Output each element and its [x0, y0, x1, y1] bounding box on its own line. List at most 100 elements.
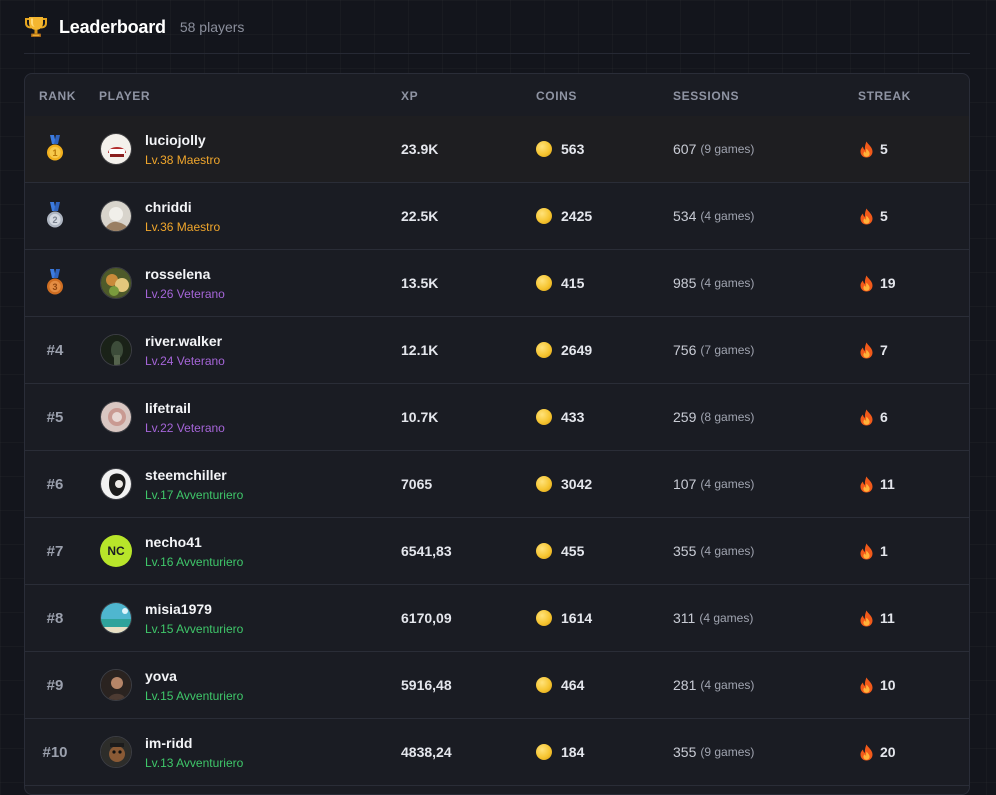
- rank-cell: #10: [25, 719, 85, 785]
- avatar[interactable]: [100, 602, 132, 634]
- column-header-coins[interactable]: COINS: [536, 89, 577, 103]
- player-name[interactable]: luciojolly: [145, 131, 220, 149]
- player-cell[interactable]: steemchiller Lv.17 Avventuriero: [100, 451, 243, 517]
- xp-value: 5916,48: [401, 677, 452, 693]
- xp-cell: 6541,83: [401, 518, 452, 584]
- avatar[interactable]: [100, 200, 132, 232]
- xp-cell: 4838,24: [401, 719, 452, 785]
- avatar[interactable]: [100, 468, 132, 500]
- flame-icon: [859, 610, 880, 627]
- streak-value: 11: [880, 610, 895, 626]
- coins-cell: 415: [536, 250, 584, 316]
- table-row[interactable]: #8 misia1979 Lv.15 Avventuriero 6170,09 1614…: [25, 585, 969, 652]
- player-name[interactable]: steemchiller: [145, 466, 243, 484]
- table-row[interactable]: #5 lifetrail Lv.22 Veterano 10.7K 433 259 (8 g…: [25, 384, 969, 451]
- table-row[interactable]: #7 NC necho41 Lv.16 Avventuriero 6541,83 455 3…: [25, 518, 969, 585]
- column-header-sessions[interactable]: SESSIONS: [673, 89, 739, 103]
- coin-icon: [536, 409, 552, 425]
- coins-value: 433: [561, 409, 585, 425]
- player-cell[interactable]: yova Lv.15 Avventuriero: [100, 652, 243, 718]
- player-name[interactable]: necho41: [145, 533, 243, 551]
- sessions-games: (4 games): [700, 276, 755, 290]
- sessions-cell: 985 (4 games): [673, 250, 754, 316]
- xp-cell: 13.5K: [401, 250, 438, 316]
- table-row[interactable]: 1 luciojolly Lv.38 Maestro 23.9K 563 607 (9 g…: [25, 116, 969, 183]
- table-row[interactable]: 2 chriddi Lv.36 Maestro 22.5K 2425 534 (4 gam…: [25, 183, 969, 250]
- streak-cell: 10: [859, 652, 896, 718]
- table-row[interactable]: #10 im-ridd Lv.13 Avventuriero 4838,24 184 35…: [25, 719, 969, 786]
- column-header-streak[interactable]: STREAK: [858, 89, 911, 103]
- column-header-rank[interactable]: RANK: [39, 89, 76, 103]
- player-name[interactable]: im-ridd: [145, 734, 243, 752]
- column-header-xp[interactable]: XP: [401, 89, 418, 103]
- player-name[interactable]: chriddi: [145, 198, 220, 216]
- coins-cell: 2425: [536, 183, 592, 249]
- player-cell[interactable]: luciojolly Lv.38 Maestro: [100, 116, 220, 182]
- player-cell[interactable]: NC necho41 Lv.16 Avventuriero: [100, 518, 243, 584]
- xp-value: 12.1K: [401, 342, 439, 358]
- coins-value: 1614: [561, 610, 593, 626]
- avatar[interactable]: NC: [100, 535, 132, 567]
- streak-value: 11: [880, 476, 895, 492]
- avatar[interactable]: [100, 736, 132, 768]
- coins-value: 464: [561, 677, 585, 693]
- streak-value: 5: [880, 208, 888, 224]
- sessions-games: (4 games): [700, 477, 755, 491]
- table-row[interactable]: 3 rosselena Lv.26 Veterano 13.5K 415 985 (4 g…: [25, 250, 969, 317]
- table-row[interactable]: #9 yova Lv.15 Avventuriero 5916,48 464 281 (4 …: [25, 652, 969, 719]
- player-name[interactable]: yova: [145, 667, 243, 685]
- streak-value: 20: [880, 744, 896, 760]
- xp-cell: 23.9K: [401, 116, 438, 182]
- flame-icon: [859, 677, 880, 694]
- svg-text:2: 2: [52, 215, 57, 225]
- streak-cell: 19: [859, 250, 896, 316]
- player-cell[interactable]: rosselena Lv.26 Veterano: [100, 250, 225, 316]
- player-cell[interactable]: river.walker Lv.24 Veterano: [100, 317, 225, 383]
- player-cell[interactable]: misia1979 Lv.15 Avventuriero: [100, 585, 243, 651]
- trophy-icon: [24, 14, 48, 40]
- xp-value: 23.9K: [401, 141, 439, 157]
- player-cell[interactable]: lifetrail Lv.22 Veterano: [100, 384, 225, 450]
- svg-text:3: 3: [52, 282, 57, 292]
- table-row[interactable]: #6 steemchiller Lv.17 Avventuriero 7065 3042…: [25, 451, 969, 518]
- coins-value: 2649: [561, 342, 593, 358]
- rank-number: #7: [46, 542, 64, 560]
- coins-value: 3042: [561, 476, 593, 492]
- table-header: RANK PLAYER XP COINS SESSIONS STREAK: [25, 74, 969, 116]
- sessions-value: 355: [673, 744, 697, 760]
- flame-icon: [859, 744, 880, 761]
- xp-value: 13.5K: [401, 275, 439, 291]
- avatar[interactable]: [100, 401, 132, 433]
- avatar[interactable]: [100, 334, 132, 366]
- player-name[interactable]: river.walker: [145, 332, 225, 350]
- avatar[interactable]: [100, 267, 132, 299]
- coins-cell: 464: [536, 652, 584, 718]
- svg-text:1: 1: [52, 148, 57, 158]
- flame-icon: [859, 208, 880, 225]
- player-level: Lv.22 Veterano: [145, 420, 225, 435]
- sessions-value: 281: [673, 677, 697, 693]
- coin-icon: [536, 476, 552, 492]
- leaderboard-table: RANK PLAYER XP COINS SESSIONS STREAK 1 l…: [24, 73, 970, 795]
- xp-value: 4838,24: [401, 744, 452, 760]
- player-cell[interactable]: chriddi Lv.36 Maestro: [100, 183, 220, 249]
- coins-value: 2425: [561, 208, 593, 224]
- sessions-value: 355: [673, 543, 697, 559]
- streak-cell: 7: [859, 317, 888, 383]
- player-level: Lv.24 Veterano: [145, 353, 225, 368]
- player-info: chriddi Lv.36 Maestro: [145, 198, 220, 235]
- player-name[interactable]: lifetrail: [145, 399, 225, 417]
- column-header-player[interactable]: PLAYER: [99, 89, 150, 103]
- streak-cell: 6: [859, 384, 888, 450]
- player-cell[interactable]: im-ridd Lv.13 Avventuriero: [100, 719, 243, 785]
- avatar[interactable]: [100, 133, 132, 165]
- player-name[interactable]: rosselena: [145, 265, 225, 283]
- player-level: Lv.15 Avventuriero: [145, 688, 244, 703]
- player-name[interactable]: misia1979: [145, 600, 243, 618]
- sessions-value: 756: [673, 342, 697, 358]
- table-row[interactable]: #4 river.walker Lv.24 Veterano 12.1K 2649 756…: [25, 317, 969, 384]
- avatar[interactable]: [100, 669, 132, 701]
- rank-cell: 2: [25, 183, 85, 249]
- player-info: im-ridd Lv.13 Avventuriero: [145, 734, 243, 771]
- sessions-cell: 355 (9 games): [673, 719, 754, 785]
